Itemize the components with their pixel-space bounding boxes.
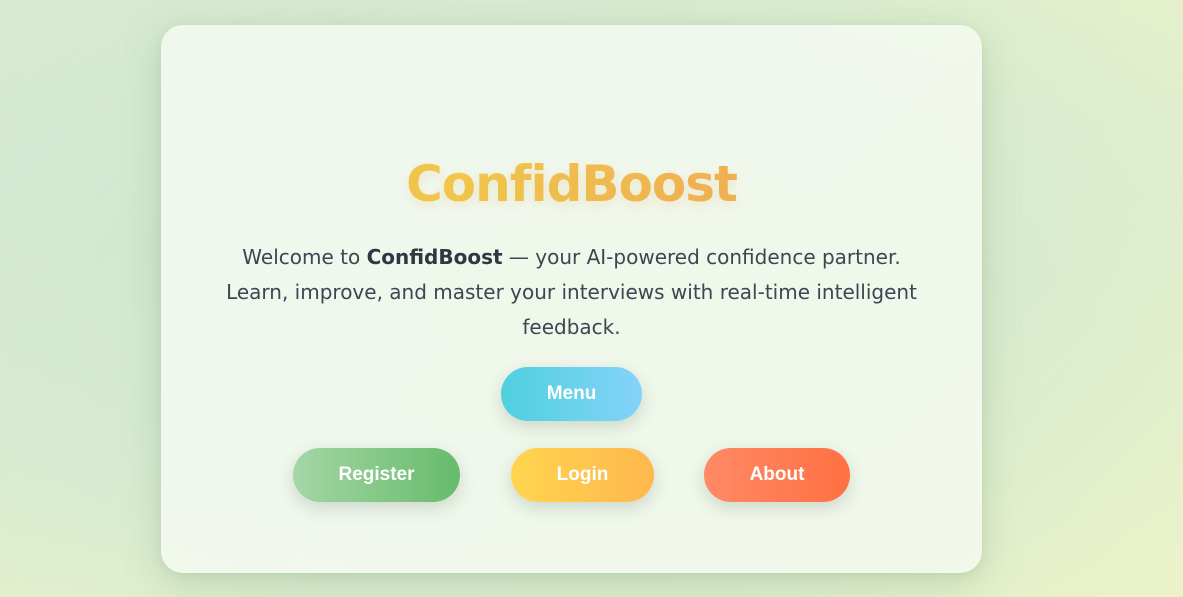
intro-brand: ConfidBoost	[366, 245, 503, 269]
intro-text: Welcome to ConfidBoost — your AI-powered…	[221, 240, 922, 345]
about-button[interactable]: About	[704, 448, 850, 502]
intro-prefix: Welcome to	[242, 245, 367, 269]
welcome-card: ConfidBoost Welcome to ConfidBoost — you…	[161, 25, 982, 573]
app-title: ConfidBoost	[161, 151, 982, 217]
menu-button[interactable]: Menu	[501, 367, 642, 421]
register-button[interactable]: Register	[293, 448, 460, 502]
login-button[interactable]: Login	[511, 448, 654, 502]
